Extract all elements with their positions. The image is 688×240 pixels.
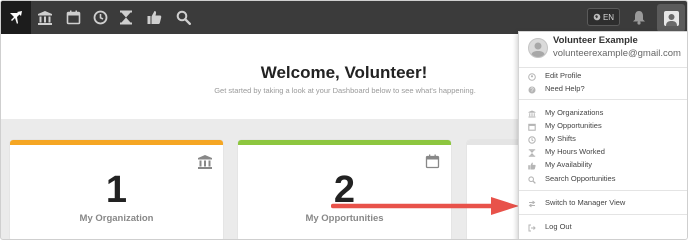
- menu-divider: [519, 99, 687, 100]
- profile-avatar: [528, 38, 548, 58]
- menu-item-label: My Hours Worked: [545, 147, 605, 156]
- menu-item-label: My Availability: [545, 160, 592, 169]
- menu-item-need-help[interactable]: ? Need Help?: [519, 83, 687, 96]
- notifications-bell-icon[interactable]: [629, 7, 649, 27]
- hourglass-icon[interactable]: [113, 1, 139, 34]
- thumbs-up-icon[interactable]: [141, 1, 167, 34]
- thumbs-up-icon: [527, 161, 536, 170]
- search-icon: [527, 175, 536, 184]
- menu-item-my-organizations[interactable]: My Organizations: [519, 107, 687, 120]
- menu-item-label: Search Opportunities: [545, 174, 616, 183]
- menu-divider: [519, 67, 687, 68]
- menu-item-my-hours-worked[interactable]: My Hours Worked: [519, 146, 687, 159]
- card-accent-bar: [238, 140, 451, 145]
- card-count: 2: [333, 169, 356, 211]
- menu-item-label: Edit Profile: [545, 71, 582, 80]
- search-icon[interactable]: [170, 1, 196, 34]
- card-label: My Organization: [79, 213, 154, 224]
- user-info-header: Volunteer Example volunteerexample@gmail…: [519, 32, 687, 66]
- menu-item-search-opportunities[interactable]: Search Opportunities: [519, 173, 687, 186]
- my-opportunities-card[interactable]: 2 My Opportunities: [238, 140, 451, 239]
- menu-item-my-opportunities[interactable]: My Opportunities: [519, 120, 687, 133]
- user-icon: [527, 72, 536, 81]
- app-window: EN Welcome, Volunteer! Get started by ta…: [0, 0, 688, 240]
- globe-icon: [593, 13, 601, 21]
- user-email: volunteerexample@gmail.com: [553, 48, 681, 59]
- logout-icon: [527, 223, 536, 232]
- language-label: EN: [602, 12, 615, 22]
- menu-item-label: Log Out: [545, 222, 572, 231]
- user-menu-button[interactable]: [657, 4, 685, 32]
- card-label: My Opportunities: [305, 213, 384, 224]
- hourglass-icon: [527, 148, 536, 157]
- user-avatar-icon: [663, 10, 679, 26]
- card-accent-bar: [10, 140, 223, 145]
- clock-icon: [527, 135, 536, 144]
- calendar-icon: [527, 122, 536, 131]
- help-icon: ?: [527, 85, 536, 94]
- organizations-icon: [197, 154, 213, 170]
- card-count: 1: [105, 169, 128, 211]
- menu-item-label: My Organizations: [545, 108, 604, 117]
- switch-icon: [527, 199, 536, 208]
- menu-item-edit-profile[interactable]: Edit Profile: [519, 70, 687, 83]
- app-logo-icon[interactable]: [1, 1, 31, 34]
- calendar-icon: [425, 154, 441, 170]
- organizations-icon[interactable]: [32, 1, 58, 34]
- language-selector[interactable]: EN: [587, 8, 620, 26]
- menu-item-label: My Opportunities: [545, 121, 602, 130]
- user-dropdown-menu: Volunteer Example volunteerexample@gmail…: [518, 31, 687, 239]
- my-organization-card[interactable]: 1 My Organization: [10, 140, 223, 239]
- menu-divider: [519, 190, 687, 191]
- menu-item-log-out[interactable]: Log Out: [519, 221, 687, 234]
- organizations-icon: [527, 109, 536, 118]
- menu-item-label: My Shifts: [545, 134, 576, 143]
- clock-icon[interactable]: [87, 1, 113, 34]
- menu-item-label: Need Help?: [545, 84, 585, 93]
- menu-item-label: Switch to Manager View: [545, 198, 626, 207]
- top-navigation-bar: EN: [1, 1, 687, 34]
- menu-divider: [519, 214, 687, 215]
- menu-item-my-availability[interactable]: My Availability: [519, 159, 687, 172]
- user-name: Volunteer Example: [553, 35, 638, 46]
- calendar-icon[interactable]: [60, 1, 86, 34]
- menu-item-my-shifts[interactable]: My Shifts: [519, 133, 687, 146]
- menu-item-switch-to-manager-view[interactable]: Switch to Manager View: [519, 197, 687, 210]
